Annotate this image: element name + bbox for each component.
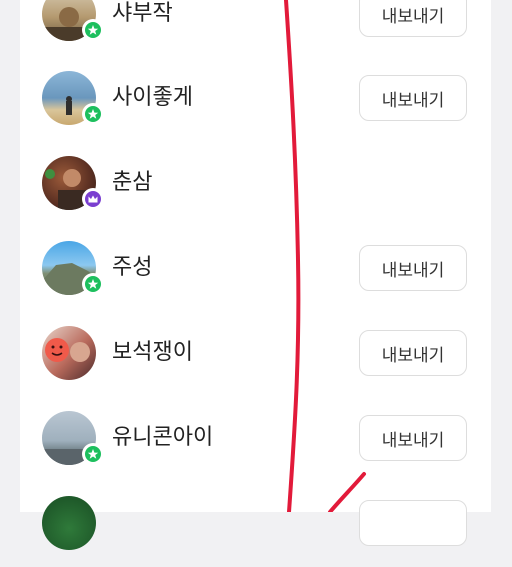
list-item[interactable] — [20, 482, 491, 567]
export-button[interactable]: 내보내기 — [359, 415, 467, 461]
list-item[interactable]: 춘삼 — [20, 142, 491, 227]
export-button[interactable]: 내보내기 — [359, 245, 467, 291]
member-list-panel: 샤부작 내보내기 사이좋게 내보내기 춘삼 주성 내보내기 보석쟁이 내보내기 … — [20, 0, 491, 550]
export-button[interactable] — [359, 500, 467, 546]
list-item[interactable]: 보석쟁이 내보내기 — [20, 312, 491, 397]
member-name: 춘삼 — [112, 170, 153, 195]
list-item[interactable]: 유니콘아이 내보내기 — [20, 397, 491, 482]
export-button[interactable]: 내보내기 — [359, 330, 467, 376]
member-name: 유니콘아이 — [112, 425, 214, 450]
crown-badge-icon — [82, 188, 104, 210]
star-badge-icon — [82, 19, 104, 41]
list-item[interactable]: 샤부작 내보내기 — [20, 0, 491, 57]
emoji-face-icon — [45, 338, 69, 362]
member-name: 주성 — [112, 255, 153, 280]
star-badge-icon — [82, 103, 104, 125]
list-item[interactable]: 사이좋게 내보내기 — [20, 57, 491, 142]
list-item[interactable]: 주성 내보내기 — [20, 227, 491, 312]
avatar-photo — [45, 338, 90, 362]
export-button[interactable]: 내보내기 — [359, 0, 467, 37]
member-name: 보석쟁이 — [112, 340, 193, 365]
export-button[interactable]: 내보내기 — [359, 75, 467, 121]
star-badge-icon — [82, 273, 104, 295]
avatar[interactable] — [42, 496, 96, 550]
member-name: 샤부작 — [112, 1, 173, 26]
member-name: 사이좋게 — [112, 85, 193, 110]
avatar[interactable] — [42, 326, 96, 380]
star-badge-icon — [82, 443, 104, 465]
